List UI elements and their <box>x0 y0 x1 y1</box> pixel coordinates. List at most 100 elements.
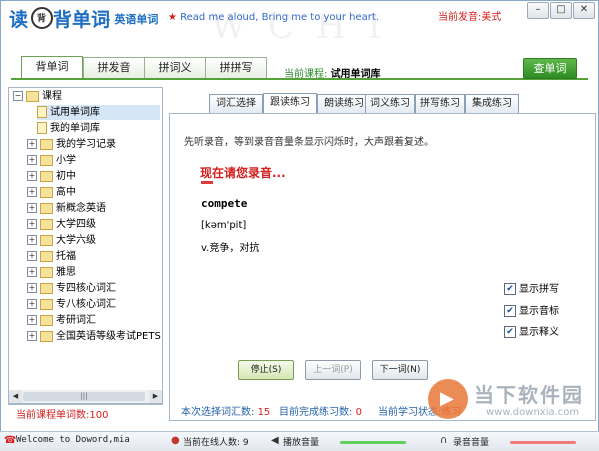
play-volume-slider[interactable] <box>340 441 406 444</box>
maximize-button[interactable]: □ <box>550 2 572 19</box>
expand-icon[interactable]: + <box>27 139 37 149</box>
record-prompt: 现在请您录音... <box>200 166 286 180</box>
subtab-integrated[interactable]: 集成练习 <box>465 94 519 113</box>
folder-icon <box>40 250 53 262</box>
folder-icon <box>40 330 53 342</box>
brand-name: 当下软件园 <box>474 383 584 407</box>
app-window: WCHI 读 背 背单词 – 英语单词 ★ Read me aloud, Bri… <box>0 0 599 450</box>
logo-read-glyph: 读 <box>9 9 29 31</box>
phonetic-text: [kəm'pit] <box>201 220 247 231</box>
scroll-thumb[interactable]: ||| <box>23 392 145 401</box>
header-bar: WCHI 读 背 背单词 – 英语单词 ★ Read me aloud, Bri… <box>1 1 598 51</box>
tree-item-junior[interactable]: + 初中 <box>27 169 76 184</box>
folder-icon <box>40 154 53 166</box>
tree-horizontal-scrollbar[interactable]: ◀ ||| ▶ <box>8 390 163 404</box>
folder-icon <box>40 218 53 230</box>
expand-icon[interactable]: + <box>27 155 37 165</box>
tree-item-tem4[interactable]: + 专四核心词汇 <box>27 281 116 296</box>
checkmark-icon[interactable]: ✔ <box>504 283 516 295</box>
logo-subtitle: – 英语单词 <box>105 13 159 26</box>
stop-button[interactable]: 停止(S) <box>238 360 294 380</box>
star-icon: ★ <box>168 12 177 23</box>
tree-item-postgrad[interactable]: + 考研词汇 <box>27 313 96 328</box>
record-level-bar <box>201 181 213 184</box>
headset-icon: ☎ <box>4 435 17 446</box>
status-bar: ☎ Welcome to Doword,mia ● 当前在线人数: 9 ◀ 播放… <box>0 431 599 451</box>
logo-title: 背单词 <box>53 9 111 31</box>
tree-item-tem8[interactable]: + 专八核心词汇 <box>27 297 116 312</box>
subtab-meaning-practice[interactable]: 词义练习 <box>365 94 415 113</box>
tree-item-primary[interactable]: + 小学 <box>27 153 76 168</box>
current-course-name: 试用单词库 <box>330 69 381 80</box>
tree-item-pets[interactable]: + 全国英语等级考试PETS <box>27 329 161 344</box>
tab-meaning[interactable]: 拼词义 <box>144 57 206 78</box>
tree-item-trial[interactable]: 试用单词库 <box>37 105 160 120</box>
tree-item-ielts[interactable]: + 雅思 <box>27 265 76 280</box>
scroll-left-icon[interactable]: ◀ <box>9 390 22 403</box>
expand-icon[interactable]: + <box>27 299 37 309</box>
show-spelling-checkbox[interactable]: ✔ 显示拼写 <box>504 280 559 295</box>
expand-icon[interactable]: + <box>27 283 37 293</box>
online-users: 当前在线人数: 9 <box>183 438 249 448</box>
microphone-icon: ∩ <box>440 435 448 446</box>
user-icon: ● <box>171 435 180 446</box>
expand-icon[interactable]: + <box>27 219 37 229</box>
folder-icon <box>40 298 53 310</box>
document-icon <box>37 122 47 134</box>
meaning-text: v.竞争，对抗 <box>201 243 260 254</box>
brand-watermark: ▶ 当下软件园 www.downxia.com <box>426 376 596 431</box>
checkmark-icon[interactable]: ✔ <box>504 326 516 338</box>
tree-item-nce[interactable]: + 新概念英语 <box>27 201 106 216</box>
subtab-word-select[interactable]: 词汇选择 <box>209 94 263 113</box>
completed-count: 目前完成练习数: 0 <box>279 407 362 418</box>
tree-item-records[interactable]: + 我的学习记录 <box>27 137 116 152</box>
subtab-read-aloud[interactable]: 朗读练习 <box>317 94 371 113</box>
expand-icon[interactable]: + <box>27 235 37 245</box>
record-volume-label: 录音音量 <box>453 438 490 448</box>
subtab-spelling-practice[interactable]: 拼写练习 <box>415 94 465 113</box>
expand-icon[interactable]: + <box>27 171 37 181</box>
close-button[interactable]: ✕ <box>573 2 595 19</box>
pronunciation-accent[interactable]: 当前发音:美式 <box>438 8 501 23</box>
current-course: 当前课程: 试用单词库 <box>284 69 381 80</box>
show-phonetic-checkbox[interactable]: ✔ 显示音标 <box>504 302 559 317</box>
show-meaning-checkbox[interactable]: ✔ 显示释义 <box>504 323 559 338</box>
instruction-text: 先听录音，等到录音音量条显示闪烁时，大声跟着复述。 <box>184 137 434 148</box>
tab-memorize[interactable]: 背单词 <box>21 56 83 79</box>
tree-item-cet6[interactable]: + 大学六级 <box>27 233 96 248</box>
tree-root[interactable]: − 课程 <box>13 89 62 104</box>
folder-icon <box>40 234 53 246</box>
folder-icon <box>26 90 39 102</box>
collapse-icon[interactable]: − <box>13 91 23 101</box>
prev-word-button[interactable]: 上一词(P) <box>305 360 361 380</box>
folder-icon <box>40 266 53 278</box>
record-volume-slider[interactable] <box>510 441 576 444</box>
tab-pronunciation[interactable]: 拼发音 <box>83 57 145 78</box>
lookup-word-button[interactable]: 查单词 <box>523 58 577 79</box>
folder-icon <box>40 314 53 326</box>
folder-icon <box>40 186 53 198</box>
expand-icon[interactable]: + <box>27 251 37 261</box>
speaker-icon: ◀ <box>271 435 279 446</box>
tree-item-toefl[interactable]: + 托福 <box>27 249 76 264</box>
next-word-button[interactable]: 下一词(N) <box>372 360 428 380</box>
course-word-count: 当前课程单词数:100 <box>16 410 109 421</box>
expand-icon[interactable]: + <box>27 187 37 197</box>
scroll-right-icon[interactable]: ▶ <box>149 390 162 403</box>
expand-icon[interactable]: + <box>27 267 37 277</box>
play-volume-label: 播放音量 <box>283 438 320 448</box>
tree-item-senior[interactable]: + 高中 <box>27 185 76 200</box>
subtab-follow-read[interactable]: 跟读练习 <box>263 93 317 114</box>
expand-icon[interactable]: + <box>27 203 37 213</box>
minimize-button[interactable]: – <box>527 2 549 19</box>
tree-item-my-words[interactable]: 我的单词库 <box>37 121 100 136</box>
document-icon <box>37 106 47 118</box>
expand-icon[interactable]: + <box>27 315 37 325</box>
brand-url: www.downxia.com <box>486 407 580 418</box>
logo-badge-icon: 背 <box>31 7 53 29</box>
tab-spelling[interactable]: 拼拼写 <box>205 57 267 78</box>
tree-item-cet4[interactable]: + 大学四级 <box>27 217 96 232</box>
expand-icon[interactable]: + <box>27 331 37 341</box>
slogan: ★ Read me aloud, Bring me to your heart. <box>168 12 379 23</box>
checkmark-icon[interactable]: ✔ <box>504 305 516 317</box>
